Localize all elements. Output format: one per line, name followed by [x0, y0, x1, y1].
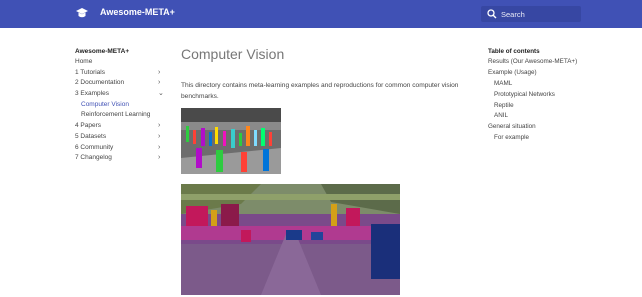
sidebar-item-reinforcement-learning[interactable]: Reinforcement Learning — [75, 110, 170, 121]
sidebar-item-datasets[interactable]: 5 Datasets › — [75, 132, 170, 143]
sidebar-item-label: Reinforcement Learning — [81, 111, 151, 119]
chevron-right-icon[interactable]: › — [158, 153, 160, 164]
sidebar-item-label: Computer Vision — [81, 100, 129, 108]
sidebar-item-label: 4 Papers — [75, 122, 102, 130]
sidebar-item-community[interactable]: 6 Community › — [75, 143, 170, 154]
toc-title: Table of contents — [488, 48, 540, 55]
graduation-cap-icon[interactable] — [75, 7, 89, 20]
table-of-contents: Table of contents Results (Our Awesome-M… — [488, 46, 618, 144]
toc-item-general-situation[interactable]: General situation — [488, 122, 618, 133]
sidebar-navigation: Awesome-META+ Home 1 Tutorials › 2 Docume… — [75, 46, 170, 164]
street-scene-segmentation-image — [181, 184, 400, 295]
sidebar-item-label: 7 Changelog — [75, 154, 112, 162]
sidebar-item-examples[interactable]: 3 Examples ⌄ — [75, 89, 170, 100]
intro-paragraph: This directory contains meta-learning ex… — [181, 82, 459, 100]
sidebar-item-tutorials[interactable]: 1 Tutorials › — [75, 68, 170, 79]
sidebar-item-label: 2 Documentation — [75, 79, 125, 87]
top-header-bar: Awesome-META+ — [0, 0, 642, 28]
site-title[interactable]: Awesome-META+ — [100, 7, 175, 17]
sidebar-item-computer-vision[interactable]: Computer Vision — [75, 100, 170, 111]
sidebar-item-label: 5 Datasets — [75, 132, 107, 140]
sidebar-item-label: 1 Tutorials — [75, 68, 105, 76]
toc-item-maml[interactable]: MAML — [488, 79, 618, 90]
pedestrian-segmentation-image — [181, 108, 281, 174]
toc-item-anil[interactable]: ANIL — [488, 111, 618, 122]
sidebar-item-label: Home — [75, 58, 93, 65]
chevron-right-icon[interactable]: › — [158, 132, 160, 143]
sidebar-item-label: 6 Community — [75, 143, 114, 151]
sidebar-item-label: 3 Examples — [75, 90, 109, 98]
sidebar-item-changelog[interactable]: 7 Changelog › — [75, 153, 170, 164]
sidebar-title: Awesome-META+ — [75, 48, 130, 55]
toc-item-prototypical-networks[interactable]: Prototypical Networks — [488, 90, 618, 101]
search-input[interactable] — [501, 7, 577, 21]
page-title: Computer Vision — [181, 46, 285, 62]
search-box[interactable] — [481, 6, 581, 22]
toc-item-example-usage[interactable]: Example (Usage) — [488, 68, 618, 79]
toc-item-for-example[interactable]: For example — [488, 133, 618, 144]
chevron-right-icon[interactable]: › — [158, 68, 160, 79]
sidebar-item-papers[interactable]: 4 Papers › — [75, 121, 170, 132]
chevron-down-icon[interactable]: ⌄ — [158, 89, 164, 100]
toc-item-results[interactable]: Results (Our Awesome-META+) — [488, 57, 618, 68]
chevron-right-icon[interactable]: › — [158, 121, 160, 132]
search-icon — [487, 9, 497, 19]
sidebar-item-documentation[interactable]: 2 Documentation › — [75, 78, 170, 89]
chevron-right-icon[interactable]: › — [158, 78, 160, 89]
sidebar-item-home[interactable]: Home — [75, 57, 170, 68]
toc-item-reptile[interactable]: Reptile — [488, 101, 618, 112]
chevron-right-icon[interactable]: › — [158, 143, 160, 154]
